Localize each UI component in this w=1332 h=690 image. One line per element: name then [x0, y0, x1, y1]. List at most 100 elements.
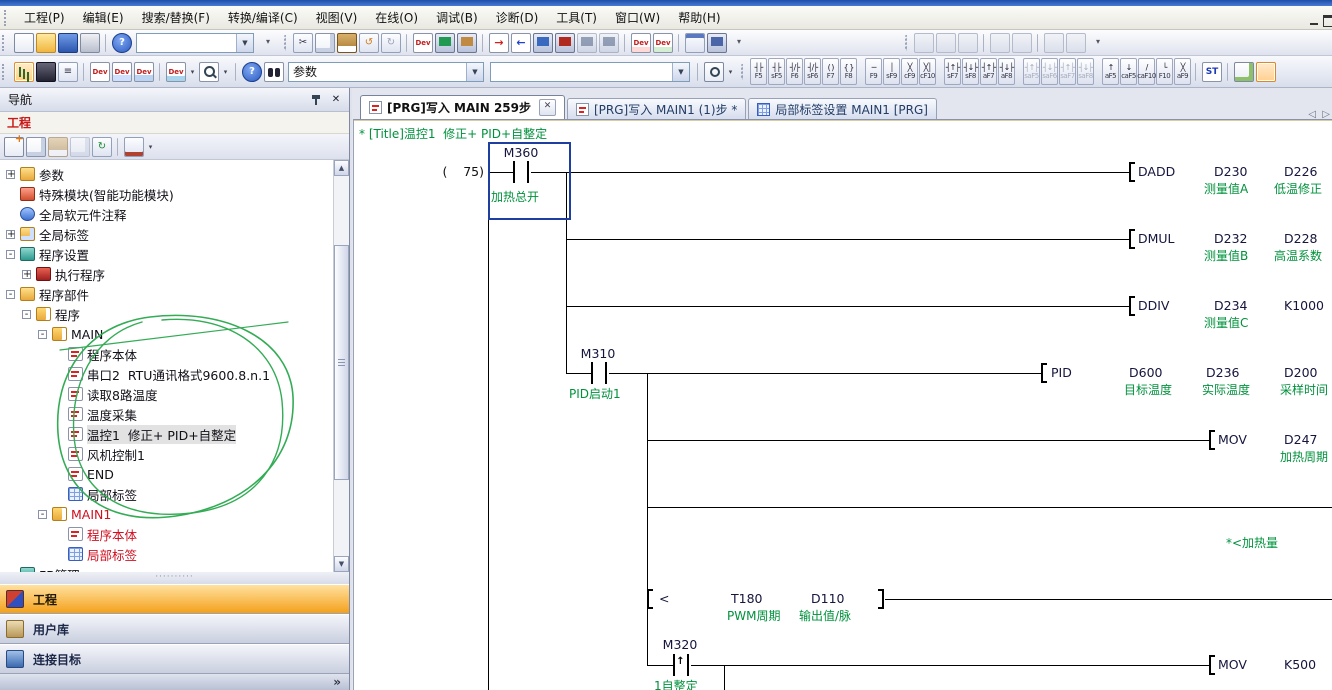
navigation-section-button[interactable]: 工程 — [0, 584, 349, 614]
instruction-operand[interactable]: D230 — [1214, 164, 1247, 180]
menu-item[interactable]: 窗口(W) — [606, 6, 669, 29]
cross-reference-icon[interactable] — [264, 62, 284, 82]
find-string-combo[interactable]: ▼ — [136, 33, 254, 53]
tree-expand-toggle[interactable]: - — [22, 310, 31, 319]
navigation-window-icon[interactable] — [14, 62, 34, 82]
chevron-more-icon[interactable]: » — [333, 675, 341, 689]
tab-local-label-main1[interactable]: 局部标签设置 MAIN1 [PRG] — [748, 98, 937, 119]
device-combo[interactable]: 参数 ▼ — [288, 62, 484, 82]
rung-insert-icon[interactable] — [990, 33, 1010, 53]
device-list-icon[interactable]: Dev — [112, 62, 132, 82]
tree-expand-toggle[interactable]: - — [38, 330, 47, 339]
ladder-symbol-button[interactable]: ╳aF9 — [1174, 58, 1191, 85]
instruction-op[interactable]: PID — [1051, 365, 1072, 381]
ladder-symbol-button[interactable]: ┤├sF5 — [768, 58, 785, 85]
line-insert-icon[interactable] — [1044, 33, 1064, 53]
tree-item[interactable]: 风机控制1 — [0, 444, 333, 464]
tree-item[interactable]: - 程序部件 — [0, 284, 333, 304]
tree-scrollbar[interactable]: ▲ ▼ — [333, 160, 349, 572]
contact-symbol[interactable] — [605, 362, 607, 384]
inline-st-icon[interactable] — [1234, 62, 1254, 82]
tree-expand-toggle[interactable]: - — [38, 510, 47, 519]
redo-icon[interactable]: ↻ — [381, 33, 401, 53]
instruction-operand[interactable]: D226 — [1284, 164, 1317, 180]
menu-item[interactable]: 工具(T) — [547, 6, 606, 29]
statement-edit-icon[interactable] — [936, 33, 956, 53]
tree-expand-toggle[interactable]: - — [6, 250, 15, 259]
tree-item[interactable]: FB管理 — [0, 564, 333, 572]
ladder-monitor-icon[interactable] — [435, 33, 455, 53]
monitor-pause-icon[interactable] — [577, 33, 597, 53]
navigation-section-button[interactable]: 连接目标 — [0, 644, 349, 674]
write-to-plc-icon[interactable]: → — [489, 33, 509, 53]
ladder-symbol-button[interactable]: ┤├F5 — [750, 58, 767, 85]
tree-item[interactable]: - MAIN1 — [0, 504, 333, 524]
instruction-op[interactable]: DMUL — [1138, 231, 1175, 247]
device-batch-icon[interactable]: Dev — [134, 62, 154, 82]
instruction-operand[interactable]: K500 — [1284, 657, 1316, 673]
tree-item[interactable]: END — [0, 464, 333, 484]
instruction-operand[interactable]: D232 — [1214, 231, 1247, 247]
tree-item[interactable]: 串口2 RTU通讯格式9600.8.n.1 — [0, 364, 333, 384]
instruction-op[interactable]: DADD — [1138, 164, 1175, 180]
tree-item[interactable]: 局部标签 — [0, 484, 333, 504]
restore-icon[interactable] — [1321, 14, 1332, 27]
instruction-op[interactable]: MOV — [1218, 657, 1247, 673]
paste-icon[interactable] — [337, 33, 357, 53]
tree-item[interactable]: 全局软元件注释 — [0, 204, 333, 224]
device-find-icon[interactable]: Dev — [413, 33, 433, 53]
ladder-symbol-button[interactable]: ╳│cF10 — [919, 58, 936, 85]
ladder-symbol-button[interactable]: ┤/├F6 — [786, 58, 803, 85]
ladder-symbol-button[interactable]: /caF10 — [1138, 58, 1155, 85]
menu-item[interactable]: 在线(O) — [366, 6, 427, 29]
toolbar-overflow-icon[interactable]: ▾ — [1088, 33, 1108, 53]
scroll-up-icon[interactable]: ▲ — [334, 160, 349, 176]
rung-delete-icon[interactable] — [1012, 33, 1032, 53]
tree-item[interactable]: 读取8路温度 — [0, 384, 333, 404]
monitor-stop-icon[interactable] — [555, 33, 575, 53]
ladder-symbol-button[interactable]: ┤↓├saF6 — [1041, 58, 1058, 85]
cut-icon[interactable]: ✂ — [293, 33, 313, 53]
device-zoom-icon[interactable] — [199, 62, 219, 82]
contact-device-label[interactable]: M310 — [576, 346, 620, 362]
instruction-operand[interactable]: D247 — [1284, 432, 1317, 448]
tree-item[interactable]: 温度采集 — [0, 404, 333, 424]
ladder-symbol-button[interactable]: ↑aF5 — [1102, 58, 1119, 85]
tree-item[interactable]: - 程序 — [0, 304, 333, 324]
scrollbar-thumb[interactable] — [334, 245, 349, 480]
tree-item[interactable]: 程序本体 — [0, 524, 333, 544]
tab-prg-main1[interactable]: [PRG]写入 MAIN1 (1)步 * — [567, 98, 746, 119]
ladder-symbol-button[interactable]: ┤↑├aF7 — [980, 58, 997, 85]
instruction-operand[interactable]: K1000 — [1284, 298, 1324, 314]
st-editor-icon[interactable]: ST — [1202, 62, 1222, 82]
tree-item[interactable]: 局部标签 — [0, 544, 333, 564]
line-delete-icon[interactable] — [1066, 33, 1086, 53]
monitor-start-icon[interactable] — [533, 33, 553, 53]
more-sections-bar[interactable]: » — [0, 674, 349, 690]
tree-item[interactable]: - 程序设置 — [0, 244, 333, 264]
read-from-plc-icon[interactable]: ← — [511, 33, 531, 53]
device-test-icon[interactable] — [457, 33, 477, 53]
tree-item[interactable]: 温控1 修正+ PID+自整定 — [0, 424, 333, 444]
ladder-symbol-button[interactable]: ╳cF9 — [901, 58, 918, 85]
device-display-icon[interactable]: Dev — [631, 33, 651, 53]
jump-icon[interactable] — [685, 33, 705, 53]
new-file-icon[interactable] — [14, 33, 34, 53]
pin-icon[interactable] — [310, 93, 323, 106]
ladder-symbol-button[interactable]: └F10 — [1156, 58, 1173, 85]
tree-item[interactable]: + 全局标签 — [0, 224, 333, 244]
tree-item[interactable]: + 执行程序 — [0, 264, 333, 284]
scroll-down-icon[interactable]: ▼ — [334, 556, 349, 572]
device-comment-edit-icon[interactable] — [1256, 62, 1276, 82]
instruction-operand[interactable]: D228 — [1284, 231, 1317, 247]
contact-device-label[interactable]: M320 — [658, 637, 702, 653]
contact-symbol[interactable] — [591, 362, 593, 384]
data-property-icon[interactable] — [70, 137, 90, 157]
outline-list-icon[interactable]: ≡ — [58, 62, 78, 82]
menu-item[interactable]: 诊断(D) — [487, 6, 548, 29]
ladder-symbol-button[interactable]: ↓caF5 — [1120, 58, 1137, 85]
ladder-symbol-button[interactable]: ( )F7 — [822, 58, 839, 85]
toolbar-overflow-icon[interactable]: ▾ — [729, 33, 749, 53]
paste-data-icon[interactable] — [48, 137, 68, 157]
compare-op[interactable]: < — [659, 591, 669, 607]
